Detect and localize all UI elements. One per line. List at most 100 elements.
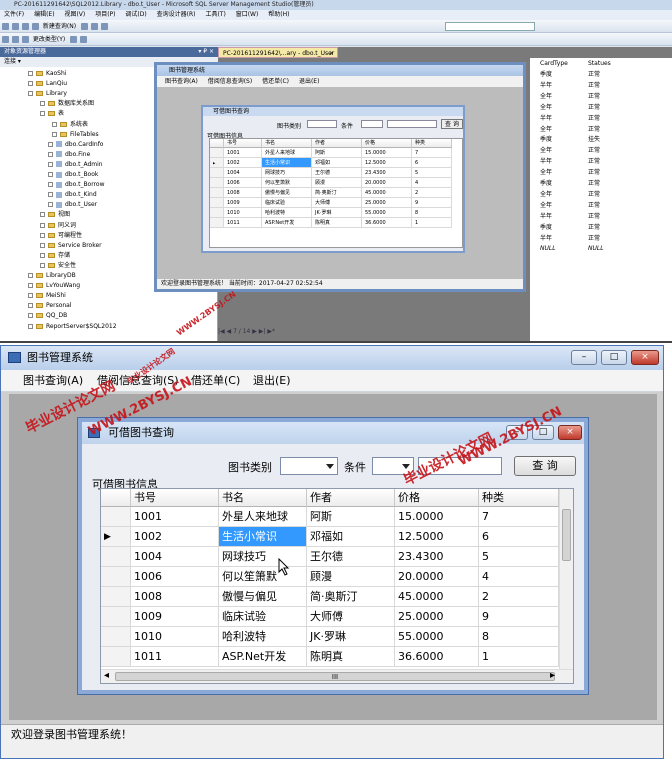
small-grid-cell[interactable]: 55.0000 [362,208,412,218]
toolbar-icon[interactable] [32,23,39,30]
grid-cell-cardtype[interactable]: 半年 [540,114,552,124]
small-grid-cell[interactable]: 1008 [224,188,262,198]
grid-cell-cardtype[interactable]: 全年 [540,201,552,211]
small-grid-cell[interactable]: 36.6000 [362,218,412,228]
small-row-indicator[interactable]: ▶ [210,158,224,168]
grid-cell[interactable]: 1008 [131,587,219,607]
tree-node[interactable]: 数据库关系图 [40,99,94,109]
tree-node[interactable]: 同义词 [40,221,76,231]
expand-icon[interactable] [52,131,57,137]
grid-cell-cardtype[interactable]: 全年 [540,168,552,178]
tree-node[interactable]: dbo.CardInfo [48,140,103,150]
row-indicator[interactable] [101,567,131,587]
small-grid-cell[interactable]: 1006 [224,178,262,188]
expand-icon[interactable] [48,202,53,208]
menu-book-query[interactable]: 图书查询(A) [23,370,83,392]
small-grid-cell[interactable]: 网球技巧 [262,168,312,178]
grid-cell-cardtype[interactable]: 全年 [540,190,552,200]
small-grid-cell[interactable]: 生活小常识 [262,158,312,168]
small-search-button[interactable]: 查 询 [441,119,463,129]
tree-node[interactable]: dbo.Fine [48,150,90,160]
column-header[interactable]: 书号 [131,489,219,507]
small-grid-cell[interactable]: 8 [412,208,452,218]
expand-icon[interactable] [40,212,45,218]
small-row-indicator[interactable] [210,218,224,228]
grid-cell-cardtype[interactable]: 全年 [540,92,552,102]
tree-node[interactable]: 视图 [40,210,70,220]
ssms-menu-item[interactable]: 调试(D) [125,11,146,18]
grid-cell-statues[interactable]: 正常 [588,146,600,156]
grid-cell[interactable]: 1004 [131,547,219,567]
small-grid-cell[interactable]: 1 [412,218,452,228]
expand-icon[interactable] [28,91,33,97]
small-grid-cell[interactable]: 1009 [224,198,262,208]
expand-icon[interactable] [28,283,33,289]
column-header[interactable]: 种类 [479,489,559,507]
grid-cell[interactable]: 傲慢与偏见 [219,587,307,607]
small-grid-cell[interactable]: 1001 [224,148,262,158]
grid-cell-cardtype[interactable]: 全年 [540,125,552,135]
grid-cell[interactable]: 12.5000 [395,527,479,547]
horizontal-scroll-thumb[interactable]: III [115,672,555,681]
expand-icon[interactable] [40,111,45,117]
scroll-right-icon[interactable]: ▸ [550,670,555,681]
small-grid-cell[interactable]: 25.0000 [362,198,412,208]
tree-node[interactable]: dbo.t_Book [48,170,98,180]
small-grid-cell[interactable]: 1011 [224,218,262,228]
grid-cell-cardtype[interactable]: 半年 [540,81,552,91]
grid-cell-statues[interactable]: 挂失 [588,135,600,145]
tree-node[interactable]: dbo.t_Kind [48,190,97,200]
expand-icon[interactable] [48,141,53,147]
small-grid-cell[interactable]: 阿斯 [312,148,362,158]
expand-icon[interactable] [48,151,53,157]
grid-cell-cardtype[interactable]: NULL [540,244,556,254]
scroll-left-icon[interactable]: ◂ [104,670,109,681]
grid-cell[interactable]: 生活小常识 [219,527,307,547]
small-grid-cell[interactable]: 临床试验 [262,198,312,208]
grid-cell-statues[interactable]: 正常 [588,114,600,124]
grid-cell-statues[interactable]: 正常 [588,223,600,233]
tree-node[interactable]: FileTables [52,130,99,140]
small-grid-cell[interactable]: 简·奥斯汀 [312,188,362,198]
small-grid-cell[interactable]: 傲慢与偏见 [262,188,312,198]
tree-node[interactable]: MeiShi [28,291,66,301]
grid-cell-statues[interactable]: 正常 [588,125,600,135]
small-row-indicator[interactable] [210,208,224,218]
small-grid-cell[interactable]: 邓福如 [312,158,362,168]
expand-icon[interactable] [40,101,45,107]
grid-cell[interactable]: 25.0000 [395,607,479,627]
expand-icon[interactable] [28,81,33,87]
ssms-menu-item[interactable]: 窗口(W) [236,11,259,18]
row-indicator[interactable] [101,647,131,667]
tree-node[interactable]: 表 [40,109,64,119]
small-menu-item[interactable]: 借还单(C) [262,78,289,85]
small-row-indicator[interactable] [210,148,224,158]
expand-icon[interactable] [28,303,33,309]
ssms-menu-item[interactable]: 视图(V) [64,11,85,18]
expand-icon[interactable] [28,293,33,299]
small-grid-cell[interactable]: 何以笙箫默 [262,178,312,188]
category-combo[interactable] [280,457,338,475]
small-grid-cell[interactable]: 4 [412,178,452,188]
small-grid-cell[interactable]: 12.5000 [362,158,412,168]
grid-cell[interactable]: 临床试验 [219,607,307,627]
grid-cell-statues[interactable]: 正常 [588,81,600,91]
grid-cell-statues[interactable]: 正常 [588,70,600,80]
ssms-menu-item[interactable]: 编辑(E) [34,11,54,18]
grid-cell[interactable]: 陈明真 [307,647,395,667]
tree-node[interactable]: QQ_DB [28,311,67,321]
tree-node[interactable]: 安全性 [40,261,76,271]
grid-cell[interactable]: 哈利波特 [219,627,307,647]
grid-cell[interactable]: 外星人来地球 [219,507,307,527]
grid-cell-statues[interactable]: 正常 [588,212,600,222]
grid-cell[interactable]: 1001 [131,507,219,527]
small-menu-item[interactable]: 退出(E) [299,78,319,85]
grid-cell[interactable]: 36.6000 [395,647,479,667]
expand-icon[interactable] [40,222,45,228]
tree-node[interactable]: LanQiu [28,79,67,89]
expand-icon[interactable] [48,161,53,167]
grid-cell[interactable]: 6 [479,527,559,547]
grid-cell[interactable]: ASP.Net开发 [219,647,307,667]
grid-cell[interactable]: 顾漫 [307,567,395,587]
vertical-scroll-thumb[interactable] [562,509,571,561]
